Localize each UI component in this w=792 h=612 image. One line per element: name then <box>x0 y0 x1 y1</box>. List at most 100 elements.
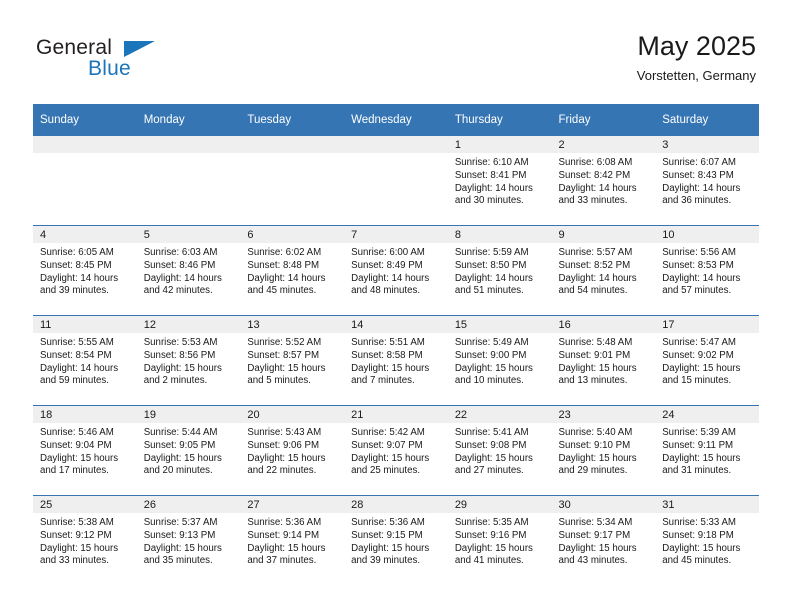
sunrise-text: Sunrise: 5:39 AM <box>662 427 736 438</box>
calendar-day-22[interactable]: 22 Sunrise: 5:41 AM Sunset: 9:08 PM Dayligh… <box>447 406 552 495</box>
calendar-cell: 14 Sunrise: 5:51 AM Sunset: 8:58 PM Dayligh… <box>344 315 448 406</box>
calendar-day-7[interactable]: 7 Sunrise: 6:00 AM Sunset: 8:49 PM Daylight… <box>344 226 448 315</box>
calendar-day-8[interactable]: 8 Sunrise: 5:59 AM Sunset: 8:50 PM Daylight… <box>447 226 552 315</box>
calendar-week-row: 11 Sunrise: 5:55 AM Sunset: 8:54 PM Dayligh… <box>33 315 759 406</box>
calendar-day-2[interactable]: 2 Sunrise: 6:08 AM Sunset: 8:42 PM Daylight… <box>551 136 656 225</box>
calendar-day-23[interactable]: 23 Sunrise: 5:40 AM Sunset: 9:10 PM Dayligh… <box>551 406 656 495</box>
sunset-text: Sunset: 8:49 PM <box>351 259 423 271</box>
day-number: 24 <box>655 406 759 423</box>
calendar-day-11[interactable]: 11 Sunrise: 5:55 AM Sunset: 8:54 PM Dayligh… <box>33 316 137 405</box>
day-sun-info: Sunrise: 5:53 AM Sunset: 8:56 PM Daylight:… <box>137 333 241 388</box>
daylight-text: Daylight: 14 hours and 48 minutes. <box>351 272 430 297</box>
calendar-day-9[interactable]: 9 Sunrise: 5:57 AM Sunset: 8:52 PM Daylight… <box>551 226 656 315</box>
calendar-day-6[interactable]: 6 Sunrise: 6:02 AM Sunset: 8:48 PM Daylight… <box>240 226 345 315</box>
day-number: 28 <box>344 496 448 513</box>
day-number: 21 <box>344 406 448 423</box>
calendar-day-14[interactable]: 14 Sunrise: 5:51 AM Sunset: 8:58 PM Dayligh… <box>344 316 448 405</box>
calendar-day-20[interactable]: 20 Sunrise: 5:43 AM Sunset: 9:06 PM Dayligh… <box>240 406 345 495</box>
calendar-day-5[interactable]: 5 Sunrise: 6:03 AM Sunset: 8:46 PM Daylight… <box>136 226 241 315</box>
calendar-day-18[interactable]: 18 Sunrise: 5:46 AM Sunset: 9:04 PM Dayligh… <box>33 406 137 495</box>
calendar-day-3[interactable]: 3 Sunrise: 6:07 AM Sunset: 8:43 PM Daylight… <box>655 136 759 225</box>
day-sun-info: Sunrise: 5:49 AM Sunset: 9:00 PM Daylight:… <box>448 333 552 388</box>
sunset-text: Sunset: 8:58 PM <box>351 349 423 361</box>
day-sun-info: Sunrise: 5:37 AM Sunset: 9:13 PM Daylight:… <box>137 513 241 568</box>
calendar-day-16[interactable]: 16 Sunrise: 5:48 AM Sunset: 9:01 PM Dayligh… <box>551 316 656 405</box>
day-sun-info: Sunrise: 5:38 AM Sunset: 9:12 PM Daylight:… <box>33 513 137 568</box>
daylight-text: Daylight: 15 hours and 45 minutes. <box>662 542 741 567</box>
daylight-text: Daylight: 14 hours and 39 minutes. <box>40 272 119 297</box>
calendar-day-26[interactable]: 26 Sunrise: 5:37 AM Sunset: 9:13 PM Dayligh… <box>136 496 241 585</box>
calendar-day-27[interactable]: 27 Sunrise: 5:36 AM Sunset: 9:14 PM Dayligh… <box>240 496 345 585</box>
calendar-day-31[interactable]: 31 Sunrise: 5:33 AM Sunset: 9:18 PM Dayligh… <box>655 496 759 585</box>
sunrise-text: Sunrise: 5:44 AM <box>143 427 218 438</box>
calendar-cell: 3 Sunrise: 6:07 AM Sunset: 8:43 PM Daylight… <box>655 136 759 226</box>
sunrise-text: Sunrise: 6:00 AM <box>351 247 425 258</box>
calendar-cell: 8 Sunrise: 5:59 AM Sunset: 8:50 PM Daylight… <box>447 225 552 316</box>
calendar-day-24[interactable]: 24 Sunrise: 5:39 AM Sunset: 9:11 PM Dayligh… <box>655 406 759 495</box>
calendar-cell: 5 Sunrise: 6:03 AM Sunset: 8:46 PM Daylight… <box>136 225 241 316</box>
sunset-text: Sunset: 9:12 PM <box>40 529 112 541</box>
calendar-day-29[interactable]: 29 Sunrise: 5:35 AM Sunset: 9:16 PM Dayligh… <box>447 496 552 585</box>
sunrise-text: Sunrise: 6:07 AM <box>662 157 736 168</box>
sunrise-text: Sunrise: 5:59 AM <box>454 247 529 258</box>
day-sun-info: Sunrise: 5:40 AM Sunset: 9:10 PM Daylight:… <box>552 423 656 478</box>
calendar-week-row: 4 Sunrise: 6:05 AM Sunset: 8:45 PM Daylight… <box>33 225 759 316</box>
daylight-text: Daylight: 15 hours and 27 minutes. <box>454 452 533 477</box>
day-number: 16 <box>551 316 656 333</box>
sunset-text: Sunset: 9:04 PM <box>40 439 112 451</box>
daylight-text: Daylight: 14 hours and 33 minutes. <box>558 182 637 207</box>
calendar-day-12[interactable]: 12 Sunrise: 5:53 AM Sunset: 8:56 PM Dayligh… <box>136 316 241 405</box>
day-number: 19 <box>136 406 241 423</box>
day-sun-info: Sunrise: 6:10 AM Sunset: 8:41 PM Daylight:… <box>448 153 552 208</box>
calendar-day-19[interactable]: 19 Sunrise: 5:44 AM Sunset: 9:05 PM Dayligh… <box>136 406 241 495</box>
sunrise-text: Sunrise: 5:33 AM <box>662 517 736 528</box>
calendar-cell: 7 Sunrise: 6:00 AM Sunset: 8:49 PM Daylight… <box>344 225 448 316</box>
sunset-text: Sunset: 9:07 PM <box>351 439 423 451</box>
sunrise-text: Sunrise: 5:35 AM <box>454 517 529 528</box>
daylight-text: Daylight: 14 hours and 36 minutes. <box>662 182 741 207</box>
day-sun-info: Sunrise: 5:52 AM Sunset: 8:57 PM Daylight:… <box>240 333 344 388</box>
calendar-day-4[interactable]: 4 Sunrise: 6:05 AM Sunset: 8:45 PM Daylight… <box>33 226 137 315</box>
calendar-week-row: 25 Sunrise: 5:38 AM Sunset: 9:12 PM Dayligh… <box>33 495 759 585</box>
calendar-cell: 4 Sunrise: 6:05 AM Sunset: 8:45 PM Daylight… <box>33 225 137 316</box>
calendar-body: 1 Sunrise: 6:10 AM Sunset: 8:41 PM Daylight… <box>33 136 759 585</box>
sunset-text: Sunset: 9:13 PM <box>143 529 216 541</box>
calendar-cell: 30 Sunrise: 5:34 AM Sunset: 9:17 PM Dayligh… <box>551 495 656 585</box>
calendar-day-13[interactable]: 13 Sunrise: 5:52 AM Sunset: 8:57 PM Dayligh… <box>240 316 345 405</box>
calendar-day-30[interactable]: 30 Sunrise: 5:34 AM Sunset: 9:17 PM Dayligh… <box>551 496 656 585</box>
calendar-day-17[interactable]: 17 Sunrise: 5:47 AM Sunset: 9:02 PM Dayligh… <box>655 316 759 405</box>
day-number: 8 <box>447 226 552 243</box>
calendar-cell: 11 Sunrise: 5:55 AM Sunset: 8:54 PM Dayligh… <box>33 315 137 406</box>
day-number: 14 <box>344 316 448 333</box>
sunrise-text: Sunrise: 5:47 AM <box>662 337 736 348</box>
calendar-day-1[interactable]: 1 Sunrise: 6:10 AM Sunset: 8:41 PM Daylight… <box>447 136 552 225</box>
page-subtitle-location: Vorstetten, Germany <box>636 68 756 83</box>
day-sun-info: Sunrise: 5:48 AM Sunset: 9:01 PM Daylight:… <box>552 333 656 388</box>
weekday-header-monday: Monday <box>136 104 241 136</box>
calendar-cell <box>344 136 448 226</box>
sunrise-text: Sunrise: 5:36 AM <box>351 517 425 528</box>
calendar-day-21[interactable]: 21 Sunrise: 5:42 AM Sunset: 9:07 PM Dayligh… <box>344 406 448 495</box>
weekday-header-tuesday: Tuesday <box>240 104 345 136</box>
brand-logo[interactable]: General Blue <box>36 36 196 86</box>
sunset-text: Sunset: 9:18 PM <box>662 529 734 541</box>
calendar-day-25[interactable]: 25 Sunrise: 5:38 AM Sunset: 9:12 PM Dayligh… <box>33 496 137 585</box>
sunset-text: Sunset: 9:10 PM <box>558 439 631 451</box>
sunset-text: Sunset: 8:57 PM <box>247 349 320 361</box>
calendar-cell: 19 Sunrise: 5:44 AM Sunset: 9:05 PM Dayligh… <box>136 405 241 496</box>
daylight-text: Daylight: 15 hours and 43 minutes. <box>558 542 637 567</box>
calendar-grid: Sunday Monday Tuesday Wednesday Thursday Frid… <box>33 104 759 585</box>
day-sun-info: Sunrise: 5:42 AM Sunset: 9:07 PM Daylight:… <box>344 423 448 478</box>
sunset-text: Sunset: 8:48 PM <box>247 259 320 271</box>
day-sun-info: Sunrise: 6:00 AM Sunset: 8:49 PM Daylight:… <box>344 243 448 298</box>
daylight-text: Daylight: 15 hours and 41 minutes. <box>454 542 533 567</box>
calendar-cell <box>136 136 241 226</box>
day-sun-info: Sunrise: 6:05 AM Sunset: 8:45 PM Daylight:… <box>33 243 137 298</box>
calendar-day-28[interactable]: 28 Sunrise: 5:36 AM Sunset: 9:15 PM Dayligh… <box>344 496 448 585</box>
calendar-cell: 22 Sunrise: 5:41 AM Sunset: 9:08 PM Dayligh… <box>447 405 552 496</box>
calendar-day-15[interactable]: 15 Sunrise: 5:49 AM Sunset: 9:00 PM Dayligh… <box>447 316 552 405</box>
sunset-text: Sunset: 9:11 PM <box>662 439 734 451</box>
daylight-text: Daylight: 14 hours and 30 minutes. <box>454 182 533 207</box>
sunrise-text: Sunrise: 5:43 AM <box>247 427 322 438</box>
calendar-day-10[interactable]: 10 Sunrise: 5:56 AM Sunset: 8:53 PM Dayligh… <box>655 226 759 315</box>
